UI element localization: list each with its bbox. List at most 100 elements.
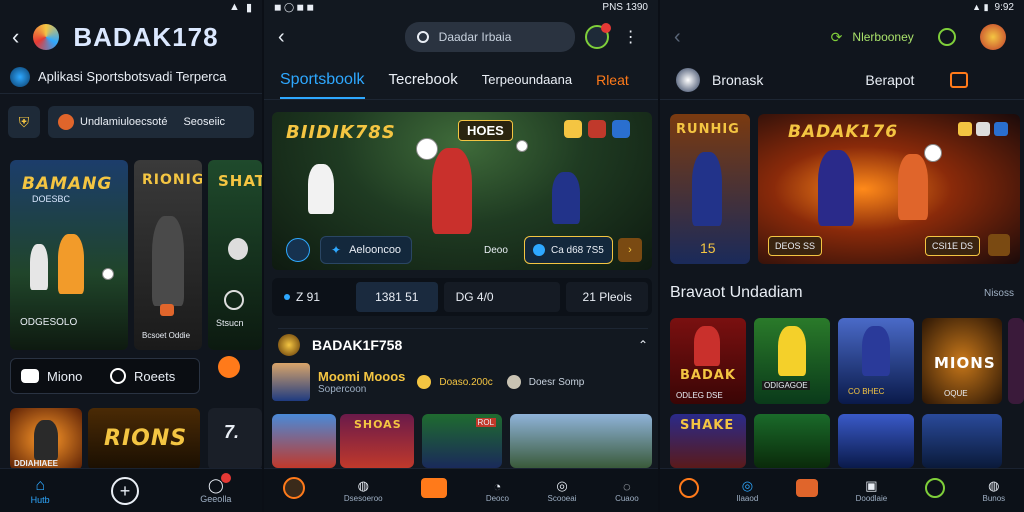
globe-button-icon[interactable] [286,238,310,262]
header-link[interactable]: Nlerbooney [852,30,913,44]
banner-large[interactable]: BADAK176 DEOS SS CSI1E DS [758,114,1020,264]
grid2-card-1[interactable] [754,414,830,468]
chat-icon[interactable] [937,28,956,46]
back-arrow-icon[interactable]: ‹ [674,26,681,49]
tab-tecrebook[interactable]: Tecrebook [389,71,458,88]
nav-item-3[interactable]: ◔ Deoco [486,479,509,503]
nav-item-0[interactable] [283,477,306,504]
grid1-card-1[interactable]: ODIGAGOE [754,318,830,404]
thumb-0[interactable] [272,414,336,468]
tab-terpeoundaana[interactable]: Terpeoundaana [482,72,572,87]
section-more-link[interactable]: Nisoss [984,288,1014,299]
player-figure [552,172,580,224]
tagline: Aplikasi Sportsbotsvadi Terperca [38,69,227,84]
nav-home[interactable]: ⌂ Hutb [31,477,50,505]
star-icon: ✦ [331,243,342,257]
badge-icon [958,122,972,136]
grid1-card-peek[interactable] [1008,318,1024,404]
nav-item-1[interactable]: ◍ Dsesoeroo [344,478,383,503]
hero-title: BIIDIK78S [286,122,396,143]
game-card-2[interactable]: SHAT Stsucn [208,160,262,350]
shoe-icon [21,369,39,383]
more-icon[interactable]: ⋮ [623,27,639,47]
tab-sportsbook[interactable]: Sportsboolk [280,71,365,99]
subnav-pill[interactable]: Undlamiuloecsoté Seoseiic [48,106,254,138]
tab-berapot[interactable]: Berapot [865,72,914,88]
shield-icon[interactable]: ⛨ [8,106,40,138]
game-card-0[interactable]: BAMANG DOESBC ODGESOLO [10,160,128,350]
grid1-card-0[interactable]: BADAK ODLEG DSE [670,318,746,404]
nav-label: Cuaoo [615,493,639,503]
thumb-1[interactable]: SHOAS [340,414,414,468]
promo-tile-0[interactable]: DDIAHIAEE [10,408,82,470]
back-arrow-icon[interactable]: ‹ [12,24,19,50]
featured-odds: Doaso.200c [439,376,493,388]
nav-item-2[interactable] [421,478,448,503]
hero-button-left[interactable]: ✦ Aelooncoo [320,236,413,264]
nav-chat[interactable]: ◯ Geeolla [200,473,232,504]
action-roeets[interactable]: Roeets [110,368,199,384]
search-input[interactable]: Daadar Irbaia [404,22,575,52]
player-figure [692,152,722,226]
add-button[interactable]: + [110,476,139,505]
tab-bronask[interactable]: Bronask [712,72,763,88]
grid2-card-3[interactable] [922,414,1002,468]
featured-row[interactable]: Moomi Mooos Sopercoon Doaso.200c Doesr S… [272,362,652,402]
nav-item-5[interactable]: ◌ Cuaoo [615,479,639,503]
nav-item-1[interactable]: ◎ Ilaaod [736,478,758,503]
nav-item-4[interactable]: ◎ Scooeai [548,478,577,503]
nav-label: Ilaaod [736,494,759,503]
collapse-icon[interactable]: ⌃ [638,338,648,352]
play-button[interactable]: › [618,238,642,262]
nav-label: Hutb [30,494,50,505]
banner-button-left[interactable]: DEOS SS [768,236,823,256]
grid-sub: ODLEG DSE [676,391,723,400]
nav-item-2[interactable] [795,479,818,502]
card-title: BAMANG [22,174,113,194]
hero-button-right[interactable]: Ca d68 7S5 [524,236,613,264]
grid1-card-2[interactable]: CO BHEC [838,318,914,404]
fire-icon[interactable] [218,356,240,378]
action-miono[interactable]: Miono [11,369,110,384]
promo-tile-1[interactable]: RIONS [88,408,200,470]
nav-item-3[interactable]: ▣ Doodlaie [856,478,888,503]
banner-small[interactable]: RUNHIG 15 [670,114,750,264]
nav-item-0[interactable] [678,478,699,503]
banner-button-right[interactable]: CSI1E DS [924,236,980,256]
action-label: Roeets [134,368,176,384]
grid1-card-3[interactable]: MIONS OQUE [922,318,1002,404]
play-button[interactable] [988,234,1010,256]
app-panel-left: ▲ ▮ ‹ BADAK178 Aplikasi Sportsbotsvadi T… [0,0,262,512]
score-cell-1[interactable]: 1381 51 [356,282,438,312]
app-header: ‹ Daadar Irbaia ⋮ [264,14,658,60]
card-tag-icon [160,304,174,316]
shield-badge-icon[interactable] [584,23,611,49]
player-figure [152,216,184,306]
search-icon [416,31,429,43]
app-header: ‹ BADAK178 [0,14,262,60]
grid-title: MIONS [934,354,996,372]
tab-rleat[interactable]: Rleat [596,72,629,88]
thumb-3[interactable] [510,414,652,468]
score-cell-3[interactable]: 21 Pleois [566,282,648,312]
score-cell-2[interactable]: DG 4/0 [443,282,561,312]
promo-tile-2[interactable]: 7. [208,408,262,470]
game-card-1[interactable]: RIONIG Bcsoet Oddie [134,160,202,350]
hero-banner[interactable]: BIIDIK78S HOES ✦ Aelooncoo Deoo Ca d68 7… [272,112,652,270]
nav-item-5[interactable]: ◍ Bunos [982,478,1005,503]
player-avatar [272,363,310,401]
featured-name: Moomi Mooos [318,369,406,384]
grid2-card-2[interactable] [838,414,914,468]
crest-icon[interactable] [979,24,1006,50]
nav-label: Dsesoeroo [343,494,383,503]
badge-icon [976,122,990,136]
thumb-2[interactable]: ROL [422,414,502,468]
lock-icon: ◍ [357,478,369,493]
nav-item-4[interactable] [924,478,945,503]
score-cell-0[interactable]: Z 91 [276,282,350,312]
subnav-item-1[interactable]: Seoseiic [183,116,225,128]
status-bar: ▲ ▮ [0,0,262,14]
back-arrow-icon[interactable]: ‹ [278,26,285,49]
flag-icon[interactable] [950,71,969,88]
grid2-card-0[interactable]: SHAKE [670,414,746,468]
